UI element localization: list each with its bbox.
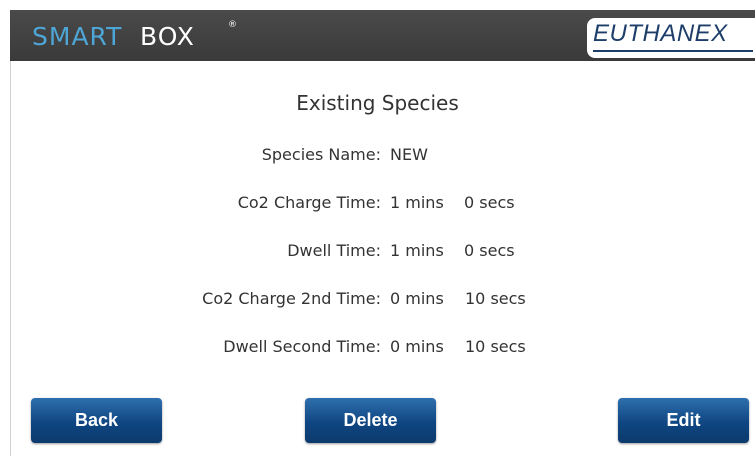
field-seconds: 0 secs (464, 241, 515, 260)
field-minutes: 1 mins (390, 193, 444, 212)
field-label: Dwell Time: (287, 241, 381, 260)
left-border (0, 10, 11, 456)
page-title: Existing Species (296, 91, 459, 115)
brand-box: BOX (140, 22, 195, 51)
euthanex-logo: EUTHANEX (587, 18, 755, 58)
back-button[interactable]: Back (31, 398, 162, 443)
field-seconds: 10 secs (465, 337, 526, 356)
field-label: Co2 Charge Time: (237, 193, 381, 212)
field-minutes: 1 mins (390, 241, 444, 260)
field-minutes: 0 mins (390, 289, 444, 308)
brand-smart: SMART (32, 22, 123, 51)
field-value: NEW (390, 145, 428, 164)
app-header: SMART BOX ® EUTHANEX (10, 10, 755, 61)
edit-button[interactable]: Edit (618, 398, 749, 443)
field-minutes: 0 mins (390, 337, 444, 356)
field-seconds: 10 secs (465, 289, 526, 308)
field-label: Species Name: (261, 145, 381, 164)
brand-registered-mark: ® (228, 20, 237, 30)
euthanex-logo-text: EUTHANEX (593, 20, 728, 47)
delete-button[interactable]: Delete (305, 398, 436, 443)
logo-underline (593, 50, 753, 52)
field-label: Co2 Charge 2nd Time: (202, 289, 381, 308)
field-label: Dwell Second Time: (223, 337, 381, 356)
field-seconds: 0 secs (464, 193, 515, 212)
